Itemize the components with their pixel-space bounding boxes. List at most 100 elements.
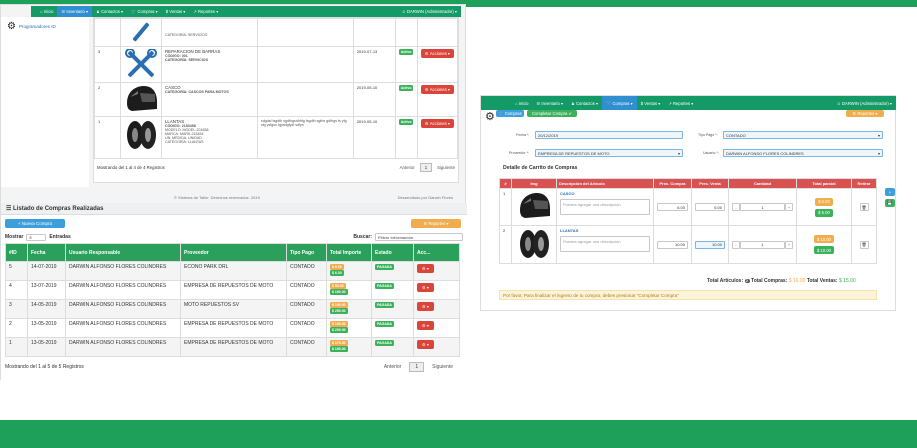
qty-plus-button[interactable]: + <box>785 203 793 211</box>
purchase-user: DARWIN ALFONSO FLORES COLINDRES <box>65 337 181 357</box>
col-estado[interactable]: Estado <box>371 243 414 262</box>
nav-label: Inicio <box>518 100 529 106</box>
prev-link[interactable]: Anterior <box>384 364 402 370</box>
acciones-label: Acciones <box>429 87 447 92</box>
page-number[interactable]: 1 <box>409 362 425 372</box>
table-row: 2 CASCO CATEGORÍA: CASCOS PARA MOTOS 2019… <box>94 82 459 117</box>
trash-icon[interactable]: 🗑 <box>859 203 869 211</box>
reports-label: Reportes <box>428 221 446 226</box>
qty-input[interactable]: 1 <box>740 203 785 211</box>
nav-user[interactable]: ☺ DARWIN (Administrador) ▾ <box>402 9 461 14</box>
trash-icon[interactable]: 🗑 <box>859 240 869 249</box>
qty-input[interactable]: 1 <box>740 240 785 249</box>
next-link[interactable]: Siguiente <box>432 364 453 370</box>
purchase-id: 3 <box>5 299 28 319</box>
col-img: Img <box>511 178 557 189</box>
qty-minus-button[interactable]: - <box>732 203 740 211</box>
show-label: Mostrar <box>5 234 24 240</box>
col-tipo-pago[interactable]: Tipo Pago <box>286 243 327 262</box>
precio-compra-input[interactable]: 10.00 <box>657 240 688 249</box>
purchase-date: 14-07-2019 <box>27 261 66 281</box>
purchase-id: 4 <box>5 280 28 300</box>
precio-compra-input[interactable]: 6.00 <box>657 203 688 211</box>
purchase-user: DARWIN ALFONSO FLORES COLINDRES <box>65 261 181 281</box>
qty-minus-button[interactable]: - <box>732 240 740 249</box>
footer-dev: Desarrollado por Darwin Flores <box>397 195 453 200</box>
col-id[interactable]: #ID <box>5 243 28 262</box>
complete-label: Completar Compra <box>531 111 568 116</box>
total-articulos-badge: 2 <box>744 279 750 283</box>
total-venta-badge: $ 5.00 <box>815 208 833 217</box>
products-table: CATEGORÍA: SERVICIOS 3 REPARACION DE BAR… <box>94 18 459 159</box>
tipo-pago-select[interactable]: CONTADO ▾ <box>723 131 883 139</box>
reports-button[interactable]: ⚙ Reportes ▾ <box>411 219 461 228</box>
description-textarea[interactable]: Puedes agregar una descripción <box>560 236 650 252</box>
nav-ventas[interactable]: $ Ventas ▾ <box>637 96 665 110</box>
nav-inventario[interactable]: ☰ Inventario ▾ <box>532 96 567 110</box>
product-description: sdgdsf fsgdfh sgdfhgsdhfdg fsgdfh sgfhs … <box>260 119 347 127</box>
sidebar-item-label: Programadores ID <box>18 24 56 29</box>
helmet-icon <box>126 86 157 111</box>
purchase-provider: MOTO REPUESTOS SV <box>180 299 287 319</box>
save-float-button[interactable]: 💾 <box>885 199 895 207</box>
nav-contactos[interactable]: ♟ Contactos ▾ <box>567 96 602 110</box>
new-purchase-button[interactable]: + Nueva Compra <box>5 219 65 228</box>
nav-inicio[interactable]: ⌂ Inicio <box>36 6 57 17</box>
purchase-date: 13-05-2019 <box>27 337 66 357</box>
status-badge: Activo <box>398 49 414 55</box>
col-total[interactable]: Total Importe <box>326 243 372 262</box>
nav-contactos[interactable]: ♟ Contactos ▾ <box>92 6 127 17</box>
prev-link[interactable]: Anterior <box>400 165 415 170</box>
warning-text: Por favor, Para finalizar el ingreso de … <box>503 292 679 298</box>
nav-compras[interactable]: 🛒 Compras ▾ <box>602 96 637 110</box>
col-acciones[interactable]: Acc... <box>413 243 460 262</box>
reports-button[interactable]: ⚙ Reportes ▾ <box>846 110 884 117</box>
status-badge: PAGADA <box>375 321 394 327</box>
nav-ventas[interactable]: $ Ventas ▾ <box>162 6 190 17</box>
compras-button[interactable]: 🛒 Compras <box>496 110 524 117</box>
proveedor-select[interactable]: EMPRESA DE REPUESTOS DE MOTO ▾ <box>535 149 683 157</box>
nav-reportes[interactable]: ↗ Reportes ▾ <box>664 96 697 110</box>
purchase-pay: CONTADO <box>286 280 327 300</box>
complete-purchase-top-button[interactable]: Completar Compra ✔ <box>527 110 577 117</box>
col-proveedor[interactable]: Proveedor <box>180 243 287 262</box>
bottom-green-banner <box>0 420 917 448</box>
purchase-id: 1 <box>5 337 28 357</box>
nav-compras[interactable]: 🛒 Compras ▾ <box>127 6 162 17</box>
precio-venta-input[interactable]: 10.00 <box>695 240 725 249</box>
fecha-input[interactable]: 20/12/2019 <box>535 131 683 139</box>
total-compras-label: Total Compras: <box>751 278 788 284</box>
acciones-button[interactable]: ⚙ Acciones ▾ <box>420 85 454 94</box>
left-sidebar: ⚙ Programadores ID <box>1 17 89 187</box>
acciones-button[interactable]: ⚙ Acciones ▾ <box>420 49 454 58</box>
product-category: CATEGORÍA: SERVICIOS <box>164 58 208 62</box>
nav-reportes[interactable]: ↗ Reportes ▾ <box>189 6 222 17</box>
nav-inventario[interactable]: ☰ Inventario ▾ <box>57 6 93 17</box>
nav-user[interactable]: ☺ DARWIN (Administrador) ▾ <box>837 101 896 106</box>
precio-venta-input[interactable]: 5.00 <box>695 203 725 211</box>
purchase-provider: EMPRESA DE REPUESTOS DE MOTO <box>180 280 287 300</box>
nav-inicio[interactable]: ⌂ Inicio <box>511 96 532 110</box>
col-descripcion: Descripción del Artículo <box>556 178 654 189</box>
sidebar-item-programadores[interactable]: ⚙ Programadores ID <box>1 17 89 36</box>
purchases-panel: ☰ Listado de Compras Realizadas + Nueva … <box>1 203 467 381</box>
entries-select[interactable]: 5 <box>26 233 47 241</box>
row-actions-button[interactable]: ⚙ ▾ <box>417 302 435 311</box>
row-actions-button[interactable]: ⚙ ▾ <box>417 340 435 349</box>
search-input[interactable]: Filtrar información <box>375 233 463 241</box>
acciones-label: Acciones <box>429 51 447 56</box>
qty-plus-button[interactable]: + <box>785 240 793 249</box>
col-usuario[interactable]: Usuario Responsable <box>65 243 181 262</box>
page-number[interactable]: 1 <box>419 163 433 172</box>
usuario-select[interactable]: DARWIN ALFONSO FLORES COLINDRES ▾ <box>723 149 883 157</box>
table-row: 1 LLANTAS CÓDIGO: 2153458 MODELO: MODEL-… <box>94 116 459 159</box>
col-fecha[interactable]: Fecha <box>27 243 66 262</box>
acciones-button[interactable]: ⚙ Acciones ▾ <box>420 119 454 128</box>
table-row: 5 14-07-2019 DARWIN ALFONSO FLORES COLIN… <box>5 261 460 281</box>
add-float-button[interactable]: + <box>885 188 895 196</box>
description-textarea[interactable]: Puedes agregar una descripción <box>560 199 650 215</box>
row-actions-button[interactable]: ⚙ ▾ <box>417 321 435 330</box>
row-actions-button[interactable]: ⚙ ▾ <box>417 264 435 273</box>
row-actions-button[interactable]: ⚙ ▾ <box>417 283 435 292</box>
next-link[interactable]: Siguiente <box>437 165 455 170</box>
